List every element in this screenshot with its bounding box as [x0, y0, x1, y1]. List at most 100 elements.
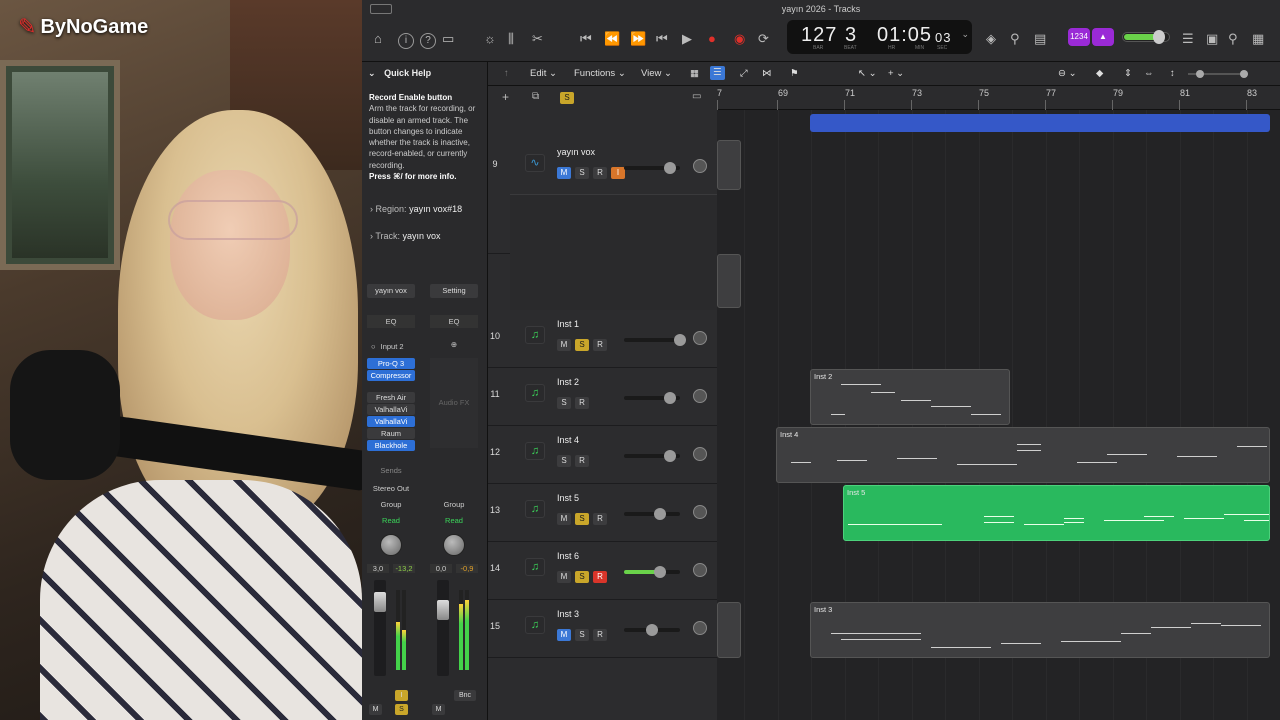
audio-fx-slot[interactable]: Audio FX — [430, 358, 478, 448]
plugin-slot[interactable]: Compressor — [367, 370, 415, 381]
shield-icon[interactable]: ◈ — [986, 30, 996, 48]
metronome-icon[interactable]: ▲ — [1092, 28, 1114, 46]
volume-knob[interactable] — [646, 624, 658, 636]
output-slot[interactable]: Stereo Out — [367, 484, 415, 493]
pan-knob[interactable] — [693, 563, 707, 577]
pan-knob[interactable] — [693, 389, 707, 403]
pan-knob[interactable] — [443, 534, 465, 556]
music-note-icon[interactable]: ♫ — [525, 326, 545, 344]
plugin-slot[interactable]: Fresh Air — [367, 392, 415, 403]
track-row[interactable]: 13 ♫ Inst 5 MSR — [488, 484, 717, 542]
track-row[interactable]: 10 ♫ Inst 1 MSR — [488, 310, 717, 368]
track-name[interactable]: Inst 3 — [557, 609, 579, 619]
eq-button[interactable]: EQ — [367, 315, 415, 328]
plugin-slot[interactable]: Pro-Q 3 — [367, 358, 415, 369]
volume-slider[interactable] — [624, 624, 680, 636]
bounce-button[interactable]: Bnc — [454, 690, 476, 701]
zoom-slider-knob[interactable] — [1240, 70, 1248, 78]
record-enable-button[interactable]: R — [575, 397, 589, 409]
record-mini[interactable]: I — [395, 690, 408, 701]
cycle-icon[interactable]: ⟳ — [758, 30, 769, 48]
track-inspector-row[interactable]: › Track: yayın vox — [370, 231, 441, 241]
functions-menu[interactable]: Functions ⌄ — [574, 68, 626, 79]
list-icon[interactable]: ▤ — [1034, 30, 1046, 48]
duplicate-track-icon[interactable]: ⧉ — [532, 91, 539, 102]
automation-mode[interactable]: Read — [367, 516, 415, 525]
record-icon[interactable]: ● — [708, 30, 716, 48]
pan-knob[interactable] — [380, 534, 402, 556]
toolbar-button-icon[interactable]: ▭ — [442, 30, 454, 48]
snap-icon[interactable]: ⚑ — [790, 68, 799, 79]
mute-button[interactable]: M — [557, 629, 571, 641]
lcd-display[interactable]: 127 3 01:05 03 BAR BEAT HR MIN SEC ⌄ — [787, 20, 972, 54]
mute-button[interactable]: M — [557, 339, 571, 351]
list-editors-icon[interactable]: ☰ — [1182, 30, 1194, 48]
volume-slider[interactable] — [624, 334, 686, 346]
automation-mode[interactable]: Read — [430, 516, 478, 525]
edit-menu[interactable]: Edit ⌄ — [530, 68, 557, 79]
audio-region[interactable] — [810, 114, 1270, 132]
view-menu[interactable]: View ⌄ — [641, 68, 672, 79]
eq-button[interactable]: EQ — [430, 315, 478, 328]
input-monitor-icon[interactable]: ○ — [371, 342, 376, 351]
volume-slider[interactable] — [624, 392, 680, 404]
record-enable-button[interactable]: R — [593, 167, 607, 179]
track-name[interactable]: yayın vox — [557, 147, 595, 157]
volume-slider[interactable] — [624, 450, 680, 462]
volume-slider[interactable] — [624, 162, 680, 174]
waveform-zoom-icon[interactable]: ◆ — [1096, 68, 1103, 79]
secondary-tool-icon[interactable]: + ⌄ — [888, 68, 904, 79]
midi-region[interactable]: Inst 5 — [843, 485, 1270, 541]
midi-region[interactable]: Inst 4 — [776, 427, 1270, 483]
plugin-slot[interactable]: ValhallaVi — [367, 416, 415, 427]
record-enable-button[interactable]: R — [575, 455, 589, 467]
fast-forward-icon[interactable]: ⏩ — [630, 30, 646, 48]
track-row[interactable]: 12 ♫ Inst 4 SR — [488, 426, 717, 484]
track-name[interactable]: Inst 6 — [557, 551, 579, 561]
notepad-icon[interactable]: ▣ — [1206, 30, 1218, 48]
volume-knob[interactable] — [664, 450, 676, 462]
music-note-icon[interactable]: ♫ — [525, 384, 545, 402]
zoom-slider[interactable] — [1188, 70, 1248, 78]
master-volume-slider[interactable] — [1122, 30, 1170, 44]
library-button-icon[interactable]: ⌂ — [374, 30, 382, 48]
plugin-slot[interactable]: Blackhole — [367, 440, 415, 451]
volume-knob[interactable] — [664, 392, 676, 404]
pan-value[interactable]: 0,0 — [430, 564, 452, 573]
vertical-arrow-icon[interactable]: ↕ — [1170, 68, 1175, 79]
track-name[interactable]: Inst 5 — [557, 493, 579, 503]
loop-browser-icon[interactable]: ⚲ — [1228, 30, 1238, 48]
waveform-icon[interactable]: ∿ — [525, 154, 545, 172]
record-enable-button[interactable]: R — [593, 513, 607, 525]
track-row[interactable]: 15 ♫ Inst 3 MSR — [488, 600, 717, 658]
global-tracks-icon[interactable]: ▭ — [692, 91, 701, 102]
strip-name[interactable]: Setting — [430, 284, 478, 298]
editors-icon[interactable]: ✂ — [532, 30, 543, 48]
disclosure-chevron-icon[interactable]: ⌄ — [368, 68, 376, 78]
solo-button[interactable]: S — [395, 704, 408, 715]
solo-button[interactable]: S — [575, 339, 589, 351]
midi-region[interactable]: Inst 2 — [810, 369, 1010, 425]
flex-icon[interactable]: ⋈ — [762, 68, 772, 79]
music-note-icon[interactable]: ♫ — [525, 558, 545, 576]
tuner-icon[interactable]: ⚲ — [1010, 30, 1020, 48]
mute-button[interactable]: M — [432, 704, 445, 715]
back-arrow-icon[interactable]: ↑ — [504, 68, 509, 79]
vertical-zoom-icon[interactable]: ⇕ — [1124, 68, 1132, 79]
plugin-slot[interactable]: ValhallaVi — [367, 404, 415, 415]
volume-knob[interactable] — [654, 508, 666, 520]
region-inspector-row[interactable]: › Region: yayın vox#18 — [370, 204, 462, 214]
pan-knob[interactable] — [693, 505, 707, 519]
bar-ruler[interactable]: 7 69 71 73 75 77 79 81 83 — [717, 86, 1280, 110]
solo-button[interactable]: S — [575, 629, 589, 641]
replace-record-icon[interactable]: ◉ — [734, 30, 745, 48]
quick-help-header[interactable]: ⌄ Quick Help — [368, 68, 431, 79]
audio-region-stub[interactable] — [717, 254, 741, 308]
tracks-area[interactable]: 7 69 71 73 75 77 79 81 83 Inst 2 Inst 4 Inst 5 Inst… — [717, 86, 1280, 720]
go-to-previous-icon[interactable]: ⏮ — [656, 30, 668, 48]
volume-slider[interactable] — [624, 566, 680, 578]
volume-knob[interactable] — [674, 334, 686, 346]
plugin-slot[interactable]: Raum — [367, 428, 415, 439]
mixer-icon[interactable]: ⫼ — [508, 30, 514, 48]
record-enable-button[interactable]: R — [593, 571, 607, 583]
